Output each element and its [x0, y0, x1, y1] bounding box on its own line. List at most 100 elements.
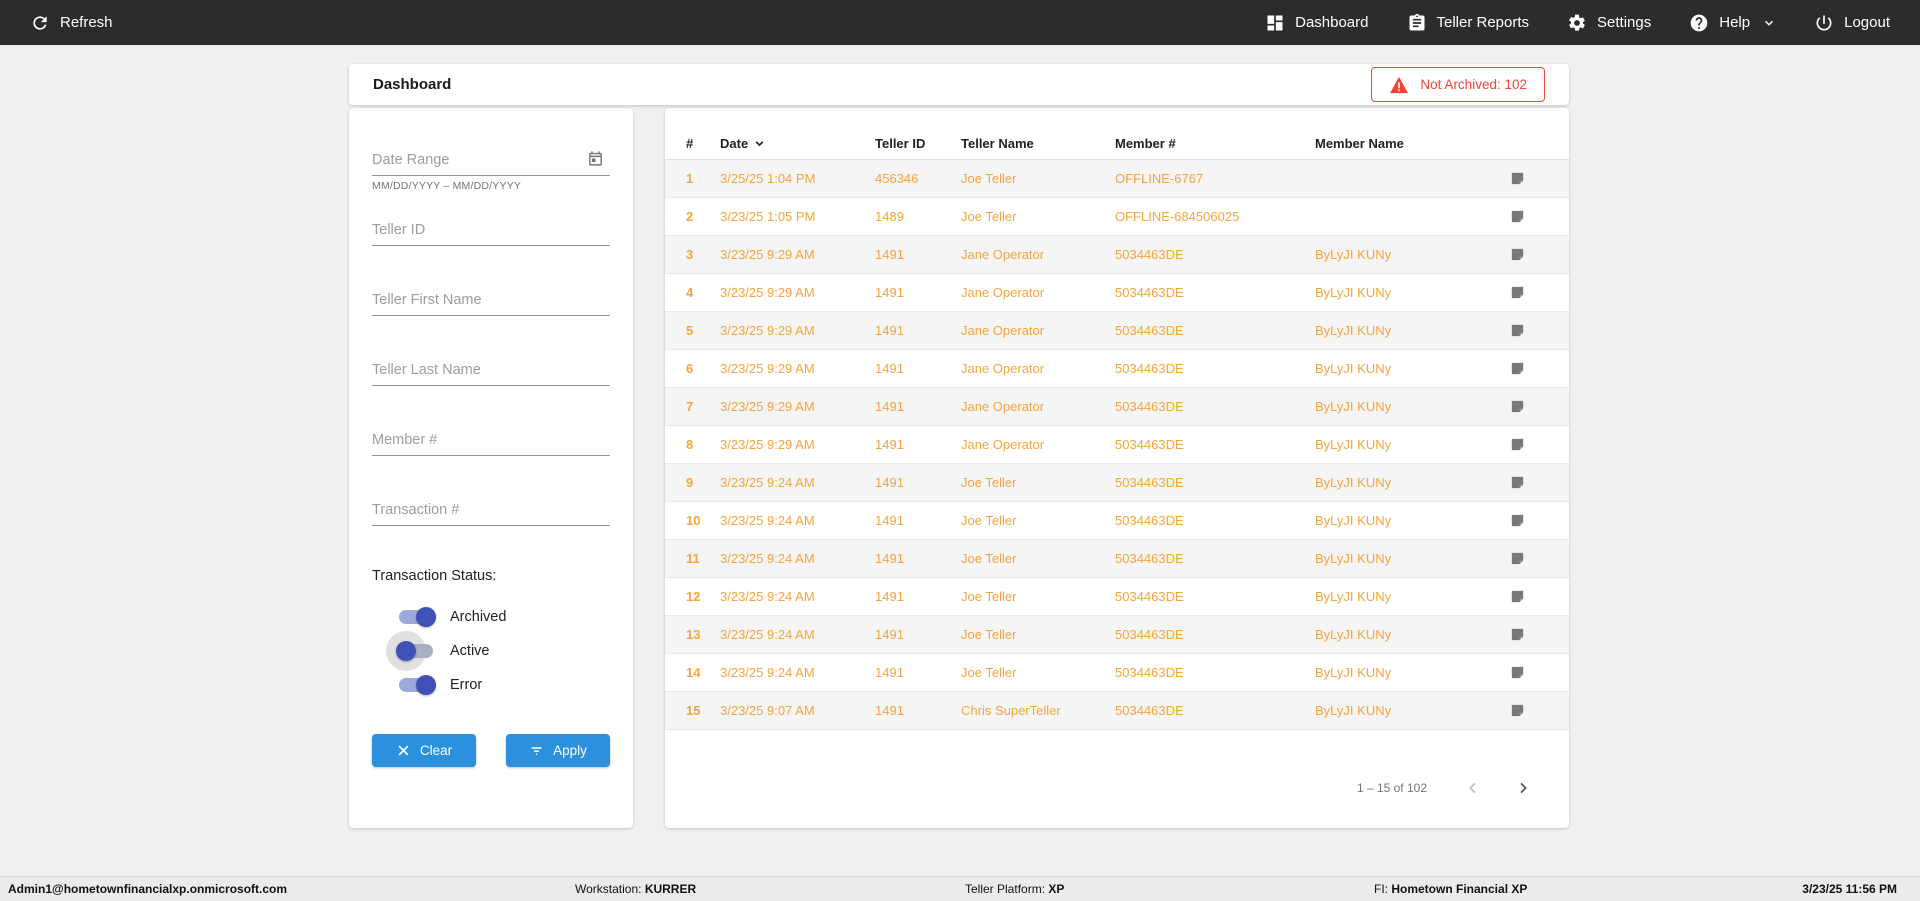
clipboard-icon: [1409, 13, 1424, 31]
cell-member-name: ByLyJI KUNy: [1315, 665, 1392, 680]
active-toggle-label: Active: [450, 643, 490, 659]
note-icon[interactable]: [1509, 588, 1526, 605]
cell-member-number: 5034463DE: [1115, 475, 1184, 490]
date-range-input[interactable]: [372, 148, 610, 176]
cell-member-name: ByLyJI KUNy: [1315, 285, 1392, 300]
table-body: 1 3/25/25 1:04 PM 456346 Joe Teller OFFL…: [665, 160, 1569, 730]
col-header-teller-name: Teller Name: [961, 136, 1034, 151]
table-row[interactable]: 2 3/23/25 1:05 PM 1489 Joe Teller OFFLIN…: [665, 198, 1569, 236]
cell-member-name: ByLyJI KUNy: [1315, 703, 1392, 718]
table-row[interactable]: 13 3/23/25 9:24 AM 1491 Joe Teller 50344…: [665, 616, 1569, 654]
error-toggle[interactable]: [398, 675, 436, 695]
financial-institution-status: FI: Hometown Financial XP: [1374, 882, 1528, 896]
pagination: 1 – 15 of 102: [665, 776, 1569, 800]
teller-first-name-input[interactable]: [372, 288, 610, 316]
cell-teller-id: 1491: [875, 399, 904, 414]
active-toggle[interactable]: [386, 631, 434, 671]
table-row[interactable]: 4 3/23/25 9:29 AM 1491 Jane Operator 503…: [665, 274, 1569, 312]
table-row[interactable]: 15 3/23/25 9:07 AM 1491 Chris SuperTelle…: [665, 692, 1569, 730]
pagination-range-label: 1 – 15 of 102: [1356, 781, 1427, 795]
teller-last-name-input[interactable]: [372, 358, 610, 386]
note-icon[interactable]: [1509, 664, 1526, 681]
note-icon[interactable]: [1509, 550, 1526, 567]
cell-member-number: 5034463DE: [1115, 437, 1184, 452]
table-row[interactable]: 5 3/23/25 9:29 AM 1491 Jane Operator 503…: [665, 312, 1569, 350]
cell-date: 3/23/25 9:29 AM: [720, 247, 815, 262]
transaction-number-input[interactable]: [372, 498, 610, 526]
nav-item-logout[interactable]: Logout: [1814, 13, 1890, 33]
cell-date: 3/23/25 9:29 AM: [720, 285, 815, 300]
archived-toggle-label: Archived: [450, 609, 507, 625]
refresh-icon: [33, 15, 47, 30]
note-icon[interactable]: [1509, 322, 1526, 339]
table-row[interactable]: 3 3/23/25 9:29 AM 1491 Jane Operator 503…: [665, 236, 1569, 274]
note-icon[interactable]: [1509, 398, 1526, 415]
note-icon[interactable]: [1509, 626, 1526, 643]
cell-row-number: 6: [686, 361, 694, 376]
cell-row-number: 4: [686, 285, 694, 300]
cell-member-name: ByLyJI KUNy: [1315, 589, 1392, 604]
note-icon[interactable]: [1509, 246, 1526, 263]
dashboard-icon: [1267, 15, 1283, 30]
table-row[interactable]: 12 3/23/25 9:24 AM 1491 Joe Teller 50344…: [665, 578, 1569, 616]
cell-teller-name: Jane Operator: [961, 437, 1045, 452]
table-row[interactable]: 8 3/23/25 9:29 AM 1491 Jane Operator 503…: [665, 426, 1569, 464]
table-row[interactable]: 6 3/23/25 9:29 AM 1491 Jane Operator 503…: [665, 350, 1569, 388]
cell-teller-id: 1491: [875, 627, 904, 642]
cell-row-number: 14: [686, 665, 701, 680]
apply-button[interactable]: Apply: [506, 734, 610, 767]
nav-item-settings[interactable]: Settings: [1567, 13, 1651, 33]
cell-member-name: ByLyJI KUNy: [1315, 513, 1392, 528]
refresh-button[interactable]: Refresh: [30, 13, 113, 33]
cell-member-name: ByLyJI KUNy: [1315, 551, 1392, 566]
toggle-row-archived: Archived: [398, 600, 610, 634]
power-icon: [1816, 15, 1832, 31]
cell-date: 3/23/25 9:29 AM: [720, 437, 815, 452]
archived-toggle[interactable]: [398, 607, 436, 627]
gear-icon: [1569, 14, 1585, 31]
nav-item-teller-reports[interactable]: Teller Reports: [1407, 13, 1529, 33]
fi-value: Hometown Financial XP: [1391, 882, 1528, 896]
cell-teller-id: 1491: [875, 437, 904, 452]
cell-teller-id: 456346: [875, 171, 919, 186]
teller-id-input[interactable]: [372, 218, 610, 246]
nav-item-dashboard[interactable]: Dashboard: [1265, 13, 1369, 33]
table-row[interactable]: 11 3/23/25 9:24 AM 1491 Joe Teller 50344…: [665, 540, 1569, 578]
calendar-icon[interactable]: [587, 150, 604, 167]
col-header-num: #: [686, 136, 694, 151]
cell-member-number: 5034463DE: [1115, 285, 1184, 300]
table-row[interactable]: 14 3/23/25 9:24 AM 1491 Joe Teller 50344…: [665, 654, 1569, 692]
nav-item-help[interactable]: Help: [1689, 13, 1776, 33]
status-datetime: 3/23/25 11:56 PM: [1802, 882, 1897, 896]
top-nav-bar: Refresh Dashboard Teller Reports Setting…: [0, 0, 1920, 45]
note-icon[interactable]: [1509, 170, 1526, 187]
previous-page-button[interactable]: [1461, 776, 1485, 800]
clear-button[interactable]: Clear: [372, 734, 476, 767]
cell-teller-name: Joe Teller: [961, 475, 1017, 490]
chevron-left-icon: [1469, 782, 1476, 794]
not-archived-badge[interactable]: Not Archived: 102: [1371, 67, 1545, 102]
cell-member-number: 5034463DE: [1115, 323, 1184, 338]
table-row[interactable]: 1 3/25/25 1:04 PM 456346 Joe Teller OFFL…: [665, 160, 1569, 198]
note-icon[interactable]: [1509, 474, 1526, 491]
note-icon[interactable]: [1509, 208, 1526, 225]
next-page-button[interactable]: [1511, 776, 1535, 800]
cell-member-name: ByLyJI KUNy: [1315, 475, 1392, 490]
table-row[interactable]: 7 3/23/25 9:29 AM 1491 Jane Operator 503…: [665, 388, 1569, 426]
note-icon[interactable]: [1509, 284, 1526, 301]
table-row[interactable]: 9 3/23/25 9:24 AM 1491 Joe Teller 503446…: [665, 464, 1569, 502]
col-header-date[interactable]: Date: [720, 136, 875, 151]
note-icon[interactable]: [1509, 512, 1526, 529]
refresh-label: Refresh: [60, 14, 113, 31]
note-icon[interactable]: [1509, 360, 1526, 377]
note-icon[interactable]: [1509, 436, 1526, 453]
table-row[interactable]: 10 3/23/25 9:24 AM 1491 Joe Teller 50344…: [665, 502, 1569, 540]
member-number-input[interactable]: [372, 428, 610, 456]
cell-date: 3/23/25 9:29 AM: [720, 361, 815, 376]
cell-date: 3/23/25 9:24 AM: [720, 513, 815, 528]
cell-teller-name: Joe Teller: [961, 551, 1017, 566]
note-icon[interactable]: [1509, 702, 1526, 719]
table-header-row: # Date Teller ID Teller Name Member # Me…: [665, 128, 1569, 160]
warning-icon: [1390, 76, 1409, 93]
cell-row-number: 1: [686, 171, 694, 186]
